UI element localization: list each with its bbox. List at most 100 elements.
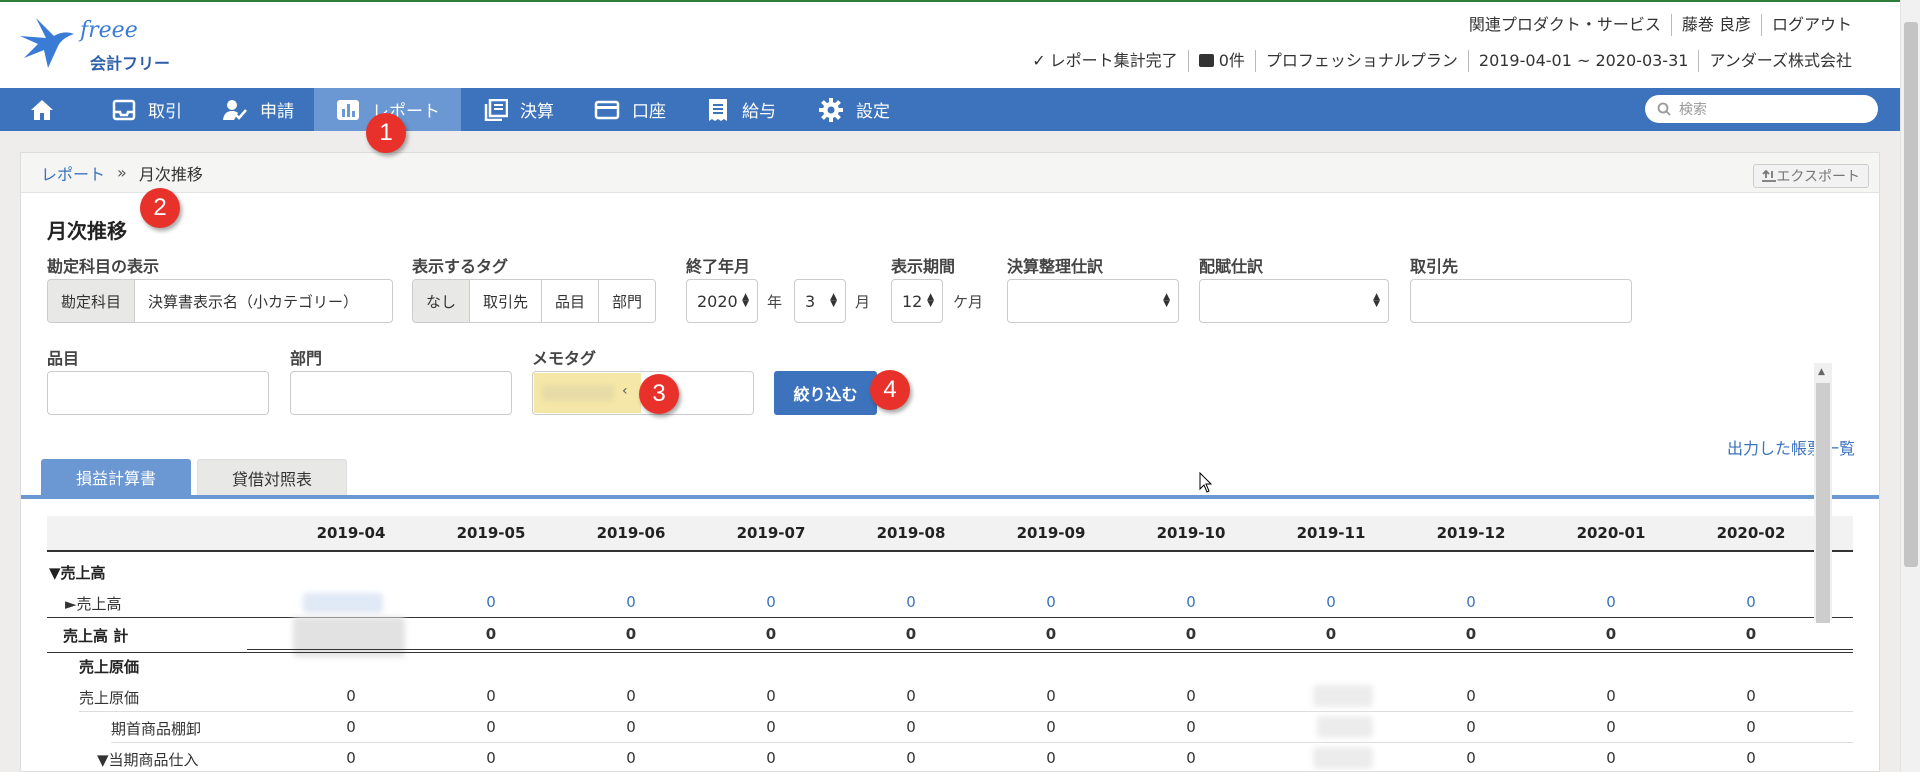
nav-settei[interactable]: 設定 bbox=[818, 88, 890, 131]
row-label[interactable]: ►売上高 bbox=[65, 593, 122, 614]
account-display-option-account[interactable]: 勘定科目 bbox=[48, 280, 135, 322]
department-input[interactable] bbox=[290, 371, 512, 415]
table-row: 期首商品棚卸 0 0 0 0 0 0 0 0 0 0 bbox=[47, 712, 1853, 744]
month-header: 2019-08 bbox=[876, 524, 946, 542]
row-label[interactable]: ▼売上高 bbox=[49, 562, 106, 583]
tab-profit-loss[interactable]: 損益計算書 bbox=[41, 459, 191, 495]
step-marker-4: 4 bbox=[870, 370, 910, 410]
value-cell[interactable]: 0 bbox=[421, 593, 561, 611]
messages-count[interactable]: 0件 bbox=[1187, 50, 1255, 72]
row-label[interactable]: 期首商品棚卸 bbox=[111, 718, 201, 739]
breadcrumb-report-link[interactable]: レポート bbox=[41, 161, 105, 185]
item-input[interactable] bbox=[47, 371, 269, 415]
value-cell: 0 bbox=[906, 718, 916, 736]
nav-label: 取引 bbox=[148, 102, 182, 122]
closing-entries-select[interactable]: ▲ ▼ bbox=[1007, 279, 1179, 323]
nav-kyuyo[interactable]: 給与 bbox=[706, 88, 776, 131]
row-label[interactable]: 売上原価 bbox=[79, 687, 139, 708]
value-cell: 0 bbox=[486, 718, 496, 736]
value-cell[interactable]: 0 bbox=[1261, 593, 1401, 611]
value-cell: 0 bbox=[1606, 749, 1616, 767]
value-cell: 0 bbox=[1746, 749, 1756, 767]
export-label: エクスポート bbox=[1776, 169, 1860, 185]
value-cell[interactable]: 0 bbox=[701, 593, 841, 611]
nav-torihiki[interactable]: 取引 bbox=[112, 88, 182, 131]
report-list-link[interactable]: 出力した帳票一覧 bbox=[1727, 435, 1855, 459]
export-button[interactable]: エクスポート bbox=[1753, 164, 1869, 188]
header-top-links: 関連プロダクト・サービス 藤巻 良彦 ログアウト bbox=[1459, 14, 1852, 36]
search-input[interactable]: 検索 bbox=[1645, 95, 1878, 123]
swallow-logo-icon bbox=[20, 18, 74, 68]
row-label[interactable]: ▼当期商品仕入 bbox=[97, 749, 199, 770]
fiscal-period[interactable]: 2019-04-01 ~ 2020-03-31 bbox=[1467, 50, 1699, 72]
freee-logo[interactable]: freee 会計フリー bbox=[18, 16, 188, 76]
period-select[interactable]: 12 ▲ ▼ bbox=[891, 279, 943, 323]
nav-kessan[interactable]: 決算 bbox=[484, 88, 554, 131]
allocation-entries-select[interactable]: ▲ ▼ bbox=[1199, 279, 1389, 323]
value-cell[interactable]: 0 bbox=[561, 593, 701, 611]
month-header: 2019-07 bbox=[736, 524, 806, 542]
export-icon bbox=[1762, 169, 1777, 182]
scroll-up-icon[interactable]: ▲ bbox=[1818, 367, 1825, 377]
value-cell: 0 bbox=[906, 687, 916, 705]
page-scrollbar-thumb[interactable] bbox=[1904, 22, 1918, 567]
value-cell[interactable]: 0 bbox=[1121, 593, 1261, 611]
tag-option-partner[interactable]: 取引先 bbox=[469, 280, 542, 322]
partner-input[interactable] bbox=[1410, 279, 1632, 323]
nav-label: 口座 bbox=[632, 102, 666, 122]
nav-home[interactable] bbox=[30, 88, 80, 131]
value-cell: 0 bbox=[1046, 718, 1056, 736]
search-placeholder: 検索 bbox=[1679, 102, 1707, 118]
step-marker-3: 3 bbox=[639, 374, 679, 414]
value-cell: 0 bbox=[1605, 625, 1617, 643]
value-cell[interactable]: 0 bbox=[981, 593, 1121, 611]
value-cell: 0 bbox=[1746, 718, 1756, 736]
nav-label: 設定 bbox=[856, 102, 890, 122]
page-scrollbar[interactable] bbox=[1900, 0, 1920, 772]
month-unit: 月 bbox=[855, 293, 871, 311]
value-cell[interactable]: 0 bbox=[1541, 593, 1681, 611]
user-name[interactable]: 藤巻 良彦 bbox=[1670, 14, 1761, 36]
end-month-value: 3 bbox=[805, 291, 816, 311]
memo-tag-chip[interactable]: ‹ bbox=[534, 373, 641, 413]
filter-button[interactable]: 絞り込む bbox=[774, 371, 877, 415]
tab-balance-sheet[interactable]: 貸借対照表 bbox=[197, 459, 347, 495]
table-row: ▼売上高 bbox=[47, 556, 1853, 588]
table-scrollbar-thumb[interactable] bbox=[1816, 383, 1830, 623]
end-month-select[interactable]: 3 ▲ ▼ bbox=[794, 279, 846, 323]
table-row: 売上原価 bbox=[47, 650, 1853, 682]
tags-toggle: なし 取引先 品目 部門 bbox=[412, 279, 657, 323]
brand-wordmark: freee bbox=[80, 18, 138, 43]
company-name[interactable]: アンダーズ株式会社 bbox=[1698, 50, 1852, 72]
value-cell: 0 bbox=[1186, 749, 1196, 767]
inbox-icon bbox=[112, 99, 136, 120]
value-cell[interactable]: 0 bbox=[841, 593, 981, 611]
related-products-link[interactable]: 関連プロダクト・サービス bbox=[1459, 14, 1671, 36]
tag-option-item[interactable]: 品目 bbox=[541, 280, 599, 322]
end-year-select[interactable]: 2020 ▲ ▼ bbox=[686, 279, 758, 323]
month-header: 2019-09 bbox=[1016, 524, 1086, 542]
select-arrows-icon: ▲ ▼ bbox=[927, 292, 934, 309]
value-cell[interactable]: 0 bbox=[1681, 593, 1821, 611]
period-value: 12 bbox=[902, 291, 923, 311]
nav-kouza[interactable]: 口座 bbox=[594, 88, 666, 131]
row-label: 売上高 計 bbox=[63, 627, 129, 645]
table-row: 売上原価 0 0 0 0 0 0 0 0 0 0 bbox=[47, 681, 1853, 713]
receipt-icon bbox=[709, 98, 727, 121]
plan-name[interactable]: プロフェッショナルプラン bbox=[1254, 50, 1468, 72]
report-status: ✓ レポート集計完了 bbox=[1022, 50, 1187, 72]
logout-link[interactable]: ログアウト bbox=[1760, 14, 1852, 36]
tag-option-department[interactable]: 部門 bbox=[598, 280, 656, 322]
value-cell[interactable]: 0 bbox=[1401, 593, 1541, 611]
app-header: freee 会計フリー 関連プロダクト・サービス 藤巻 良彦 ログアウト ✓ レポ… bbox=[0, 2, 1900, 88]
tag-option-none[interactable]: なし bbox=[413, 280, 470, 322]
account-display-label: 勘定科目の表示 bbox=[47, 257, 160, 276]
nav-shinsei[interactable]: 申請 bbox=[222, 88, 294, 131]
table-scrollbar[interactable]: ▲ bbox=[1814, 363, 1832, 623]
month-header: 2020-02 bbox=[1716, 524, 1786, 542]
tag-remove-icon[interactable]: ‹ bbox=[622, 383, 628, 399]
value-cell: 0 bbox=[485, 625, 497, 643]
account-display-option-statement[interactable]: 決算書表示名（小カテゴリー） bbox=[134, 280, 372, 322]
month-header: 2019-05 bbox=[456, 524, 526, 542]
credit-card-icon bbox=[594, 100, 620, 119]
